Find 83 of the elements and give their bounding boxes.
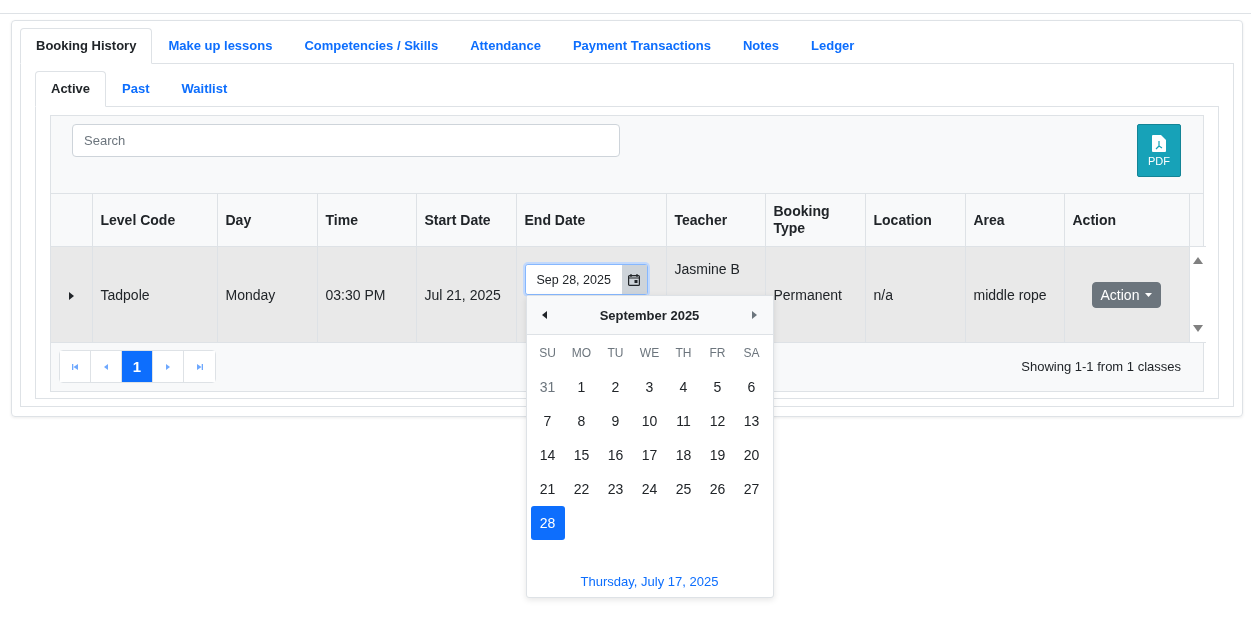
column-header: Day bbox=[217, 194, 317, 247]
table-cell: middle rope bbox=[973, 286, 1047, 303]
tab[interactable]: Make up lessons bbox=[152, 28, 289, 64]
calendar-day[interactable]: 31 bbox=[530, 370, 565, 405]
table-cell: Jul 21, 2025 bbox=[424, 286, 501, 303]
calendar-day[interactable]: 20 bbox=[734, 438, 769, 473]
calendar-day[interactable]: 26 bbox=[700, 472, 735, 507]
calendar-day[interactable]: 27 bbox=[734, 472, 769, 507]
column-header: Area bbox=[965, 194, 1064, 247]
action-button[interactable]: Action bbox=[1091, 281, 1162, 308]
weekday-label: FR bbox=[708, 345, 727, 363]
calendar-day[interactable]: 13 bbox=[734, 404, 769, 439]
column-header: Action bbox=[1064, 194, 1189, 247]
tab[interactable]: Waitlist bbox=[165, 71, 244, 107]
calendar-day[interactable]: 9 bbox=[598, 404, 633, 439]
column-header: Booking Type bbox=[765, 194, 865, 247]
search-field[interactable]: Search bbox=[72, 124, 620, 157]
scroll-down-icon[interactable] bbox=[1192, 325, 1203, 332]
table-cell: 03:30 PM bbox=[325, 286, 386, 303]
calendar-day[interactable]: 16 bbox=[598, 438, 633, 473]
weekday-label: WE bbox=[638, 345, 661, 363]
table-cell: Tadpole bbox=[100, 286, 150, 303]
tab[interactable]: Past bbox=[106, 71, 166, 107]
column-header: End Date bbox=[516, 194, 666, 247]
calendar-day[interactable]: 22 bbox=[564, 472, 599, 507]
calendar-day[interactable]: 11 bbox=[666, 404, 701, 439]
column-header: Location bbox=[865, 194, 965, 247]
table-cell: Jasmine B bbox=[674, 261, 740, 277]
calendar-day[interactable]: 7 bbox=[530, 404, 565, 439]
tab[interactable]: Ledger bbox=[795, 28, 871, 64]
page-button[interactable]: 1 bbox=[122, 351, 153, 382]
calendar-day[interactable]: 2 bbox=[598, 370, 633, 405]
tab[interactable]: Competencies / Skills bbox=[288, 28, 455, 64]
caret-icon bbox=[1145, 292, 1153, 297]
tab[interactable]: Attendance bbox=[454, 28, 557, 64]
column-header: Level Code bbox=[92, 194, 217, 247]
calendar-day[interactable]: 23 bbox=[598, 472, 633, 507]
last-page-icon bbox=[195, 362, 204, 371]
calendar-icon[interactable] bbox=[628, 273, 640, 286]
weekday-label: TU bbox=[606, 345, 625, 363]
calendar-day[interactable]: 25 bbox=[666, 472, 701, 507]
calendar-day[interactable]: 12 bbox=[700, 404, 735, 439]
table-cell: n/a bbox=[873, 286, 893, 303]
calendar-day[interactable]: 6 bbox=[734, 370, 769, 405]
calendar-day[interactable]: 15 bbox=[564, 438, 599, 473]
expand-icon[interactable] bbox=[67, 291, 76, 300]
calendar-day[interactable]: 19 bbox=[700, 438, 735, 473]
column-header: Time bbox=[317, 194, 416, 247]
tab[interactable]: Notes bbox=[726, 28, 796, 64]
scroll-up-icon[interactable] bbox=[1192, 257, 1203, 264]
tab[interactable]: Booking History bbox=[20, 28, 153, 64]
next-page-icon bbox=[164, 362, 172, 371]
calendar-day[interactable]: 5 bbox=[700, 370, 735, 405]
tab[interactable]: Payment Transactions bbox=[556, 28, 727, 64]
month-title: September 2025 bbox=[599, 307, 700, 323]
calendar-day[interactable]: 21 bbox=[530, 472, 565, 507]
calendar-day[interactable]: 1 bbox=[564, 370, 599, 405]
weekday-label: SA bbox=[742, 345, 761, 363]
column-header: Teacher bbox=[666, 194, 765, 247]
calendar-day[interactable]: 24 bbox=[632, 472, 667, 507]
next-month-icon[interactable] bbox=[750, 311, 759, 320]
calendar-day[interactable]: 10 bbox=[632, 404, 667, 439]
first-page-icon bbox=[71, 362, 79, 371]
previous-month-icon[interactable] bbox=[540, 311, 549, 320]
calendar-day[interactable]: 18 bbox=[666, 438, 701, 473]
table-cell: Monday bbox=[225, 286, 276, 303]
calendar-day[interactable]: 8 bbox=[564, 404, 599, 439]
table-cell: Permanent bbox=[773, 286, 842, 303]
weekday-label: MO bbox=[570, 345, 593, 363]
calendar-day[interactable]: 17 bbox=[632, 438, 667, 473]
calendar-day[interactable]: 4 bbox=[666, 370, 701, 405]
calendar-day[interactable]: 14 bbox=[530, 438, 565, 473]
results-summary: Showing 1-1 from 1 classes bbox=[1021, 359, 1181, 374]
weekday-label: SU bbox=[538, 345, 557, 363]
column-header: Start Date bbox=[416, 194, 516, 247]
date-field[interactable]: Sep 28, 2025 bbox=[524, 264, 648, 296]
today-link[interactable]: Thursday, July 17, 2025 bbox=[580, 574, 719, 590]
pdf-file-icon bbox=[1152, 134, 1166, 152]
weekday-label: TH bbox=[674, 345, 693, 363]
previous-page-icon bbox=[102, 362, 110, 371]
calendar-day[interactable]: 3 bbox=[632, 370, 667, 405]
tab[interactable]: Active bbox=[35, 71, 107, 107]
calendar-day[interactable]: 28 bbox=[530, 506, 565, 541]
